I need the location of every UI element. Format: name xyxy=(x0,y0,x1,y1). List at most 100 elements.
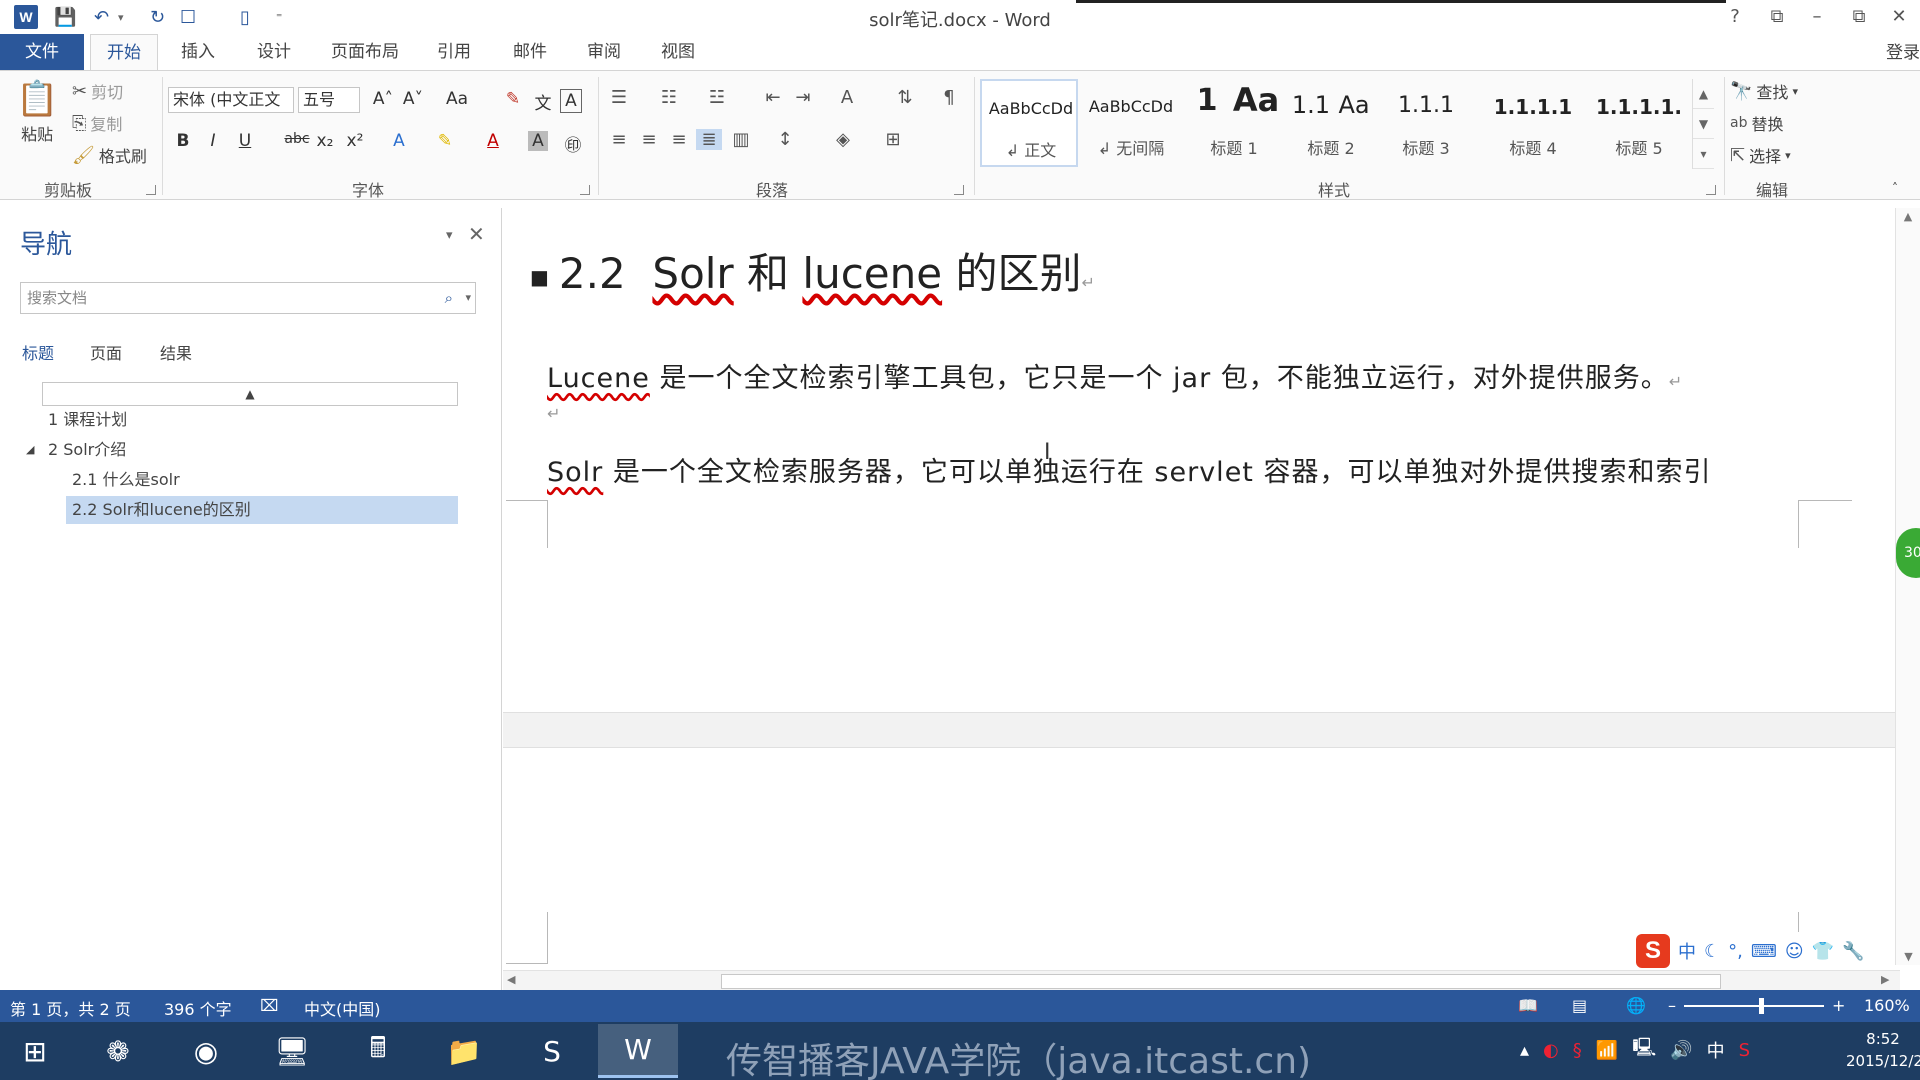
ribbon-display-options-icon[interactable]: ⧉ xyxy=(1760,2,1794,30)
paragraph-launcher-icon[interactable] xyxy=(954,185,964,195)
bullets-icon[interactable]: ☰ xyxy=(606,87,632,108)
copy-button[interactable]: ⎘ 复制 xyxy=(72,111,122,135)
collapse-ribbon-icon[interactable]: ˄ xyxy=(1892,181,1898,195)
show-marks-icon[interactable]: ¶ xyxy=(936,87,962,108)
wrench-icon[interactable]: 🔧 xyxy=(1842,941,1864,962)
clear-formatting-icon[interactable]: ✎ xyxy=(500,89,526,109)
sign-in-link[interactable]: 登录 xyxy=(1886,38,1920,63)
calculator-icon[interactable]: 🖩 xyxy=(338,1024,418,1078)
multilevel-list-icon[interactable]: ☳ xyxy=(704,87,730,108)
numbering-icon[interactable]: ☷ xyxy=(656,87,682,108)
paragraph-lucene[interactable]: Lucene 是一个全文检索引擎工具包，它只是一个 jar 包，不能独立运行，对… xyxy=(547,356,1683,395)
font-color-icon[interactable]: A xyxy=(480,131,506,151)
tab-home[interactable]: 开始 xyxy=(90,34,158,71)
sort-icon[interactable]: ⇅ xyxy=(892,87,918,108)
moon-icon[interactable]: ☾ xyxy=(1704,941,1720,962)
zoom-out-button[interactable]: – xyxy=(1668,996,1676,1015)
search-options-icon[interactable]: ▾ xyxy=(465,283,471,313)
scroll-down-icon[interactable]: ▼ xyxy=(1896,950,1920,963)
horizontal-scroll-thumb[interactable] xyxy=(721,974,1721,989)
color-app-icon[interactable]: ❁ xyxy=(78,1024,158,1078)
page-count[interactable]: 第 1 页，共 2 页 xyxy=(10,996,131,1020)
shading-icon[interactable]: ◈ xyxy=(830,129,856,150)
style-heading-2-label[interactable]: 标题 2 xyxy=(1286,79,1376,167)
tab-file[interactable]: 文件 xyxy=(0,34,84,70)
select-button[interactable]: ⇱ 选择 ▾ xyxy=(1730,143,1791,167)
zoom-in-button[interactable]: + xyxy=(1832,996,1845,1015)
style-normal[interactable]: AaBbCcDd ↲ 正文 xyxy=(980,79,1078,167)
nav-heading-item[interactable]: 2 Solr介绍 xyxy=(48,436,126,464)
clock[interactable]: 8:52 2015/12/28 xyxy=(1846,1028,1920,1072)
zoom-slider-thumb[interactable] xyxy=(1759,998,1764,1014)
align-center-icon[interactable]: ≡ xyxy=(636,129,662,150)
bold-button[interactable]: B xyxy=(170,131,196,151)
empty-paragraph[interactable]: ↵ xyxy=(547,404,561,423)
help-icon[interactable]: ? xyxy=(1718,2,1752,30)
scroll-left-icon[interactable]: ◀ xyxy=(507,973,515,986)
enclose-characters-icon[interactable]: ㊞ xyxy=(560,131,586,156)
style-heading-5[interactable]: 1.1.1.1. 标题 5 xyxy=(1586,79,1692,167)
phonetic-guide-icon[interactable]: 文 xyxy=(530,89,556,114)
change-case-button[interactable]: Aa xyxy=(440,89,474,109)
proofing-icon[interactable]: ⌧ xyxy=(260,996,278,1015)
font-size-select[interactable]: 五号 xyxy=(298,87,360,113)
read-mode-icon[interactable]: 📖 xyxy=(1518,996,1538,1015)
skin-icon[interactable]: 👕 xyxy=(1812,941,1834,962)
character-shading-icon[interactable]: A xyxy=(528,131,548,151)
language-indicator[interactable]: 中文(中国) xyxy=(304,996,381,1020)
superscript-button[interactable]: x² xyxy=(342,131,368,151)
file-explorer-icon[interactable]: 📁 xyxy=(424,1024,504,1078)
monitor-icon[interactable]: 🖳 xyxy=(1632,1035,1656,1065)
scroll-up-icon[interactable]: ▲ xyxy=(1896,210,1920,223)
ime-mode-label[interactable]: 中 xyxy=(1678,938,1696,964)
tab-mailings[interactable]: 邮件 xyxy=(500,34,560,70)
scroll-right-icon[interactable]: ▶ xyxy=(1881,973,1889,986)
tab-references[interactable]: 引用 xyxy=(424,34,484,70)
gallery-up-icon[interactable]: ▲ xyxy=(1693,79,1714,109)
keyboard-icon[interactable]: ⌨ xyxy=(1751,941,1777,962)
nav-search-input[interactable]: 搜索文档 ⌕ ▾ xyxy=(20,282,476,314)
user-icon[interactable]: ☺ xyxy=(1785,941,1804,962)
network-icon[interactable]: 📶 xyxy=(1596,1040,1618,1061)
nav-tab-results[interactable]: 结果 xyxy=(160,340,192,364)
tab-page-layout[interactable]: 页面布局 xyxy=(320,34,410,70)
format-painter-button[interactable]: 🖌 格式刷 xyxy=(72,143,147,167)
find-button[interactable]: 🔭 查找 ▾ xyxy=(1730,79,1798,103)
align-right-icon[interactable]: ≡ xyxy=(666,129,692,150)
paragraph-solr[interactable]: Solr 是一个全文检索服务器，它可以单独运行在 servlet 容器，可以单独… xyxy=(547,450,1711,489)
collapse-triangle-icon[interactable]: ◢ xyxy=(26,436,34,464)
highlight-color-icon[interactable]: ✎ xyxy=(432,131,458,151)
nav-heading-item[interactable]: 1 课程计划 xyxy=(48,406,127,434)
gallery-more-icon[interactable]: ▾ xyxy=(1693,139,1714,169)
word-taskbar-icon[interactable]: W xyxy=(598,1024,678,1078)
tab-review[interactable]: 审阅 xyxy=(574,34,634,70)
style-heading-3[interactable]: 1.1.1 标题 3 xyxy=(1376,79,1476,167)
font-launcher-icon[interactable] xyxy=(580,185,590,195)
increase-indent-icon[interactable]: ⇥ xyxy=(790,87,816,108)
sogou-app-icon[interactable]: S xyxy=(512,1024,592,1078)
subscript-button[interactable]: x₂ xyxy=(312,131,338,151)
tab-insert[interactable]: 插入 xyxy=(168,34,228,70)
chinese-layout-icon[interactable]: A xyxy=(834,87,860,108)
strikethrough-button[interactable]: abc xyxy=(280,131,314,147)
antivirus-icon[interactable]: ◐ xyxy=(1543,1040,1559,1061)
align-left-icon[interactable]: ≡ xyxy=(606,129,632,150)
style-heading-1-label[interactable]: 标题 1 xyxy=(1182,79,1286,167)
word-count[interactable]: 396 个字 xyxy=(164,996,232,1020)
close-button[interactable]: ✕ xyxy=(1882,2,1916,30)
zoom-slider[interactable] xyxy=(1684,1005,1824,1007)
nav-tab-headings[interactable]: 标题 xyxy=(22,340,54,364)
punctuation-icon[interactable]: °, xyxy=(1728,941,1743,962)
web-layout-icon[interactable]: 🌐 xyxy=(1626,996,1646,1015)
input-language-indicator[interactable]: 中 xyxy=(1707,1037,1725,1063)
styles-launcher-icon[interactable] xyxy=(1706,185,1716,195)
tab-design[interactable]: 设计 xyxy=(244,34,304,70)
style-no-spacing[interactable]: AaBbCcDd ↲ 无间隔 xyxy=(1082,79,1180,167)
text-effects-icon[interactable]: A xyxy=(386,131,412,151)
sogou-tray-icon[interactable]: § xyxy=(1573,1040,1582,1061)
underline-button[interactable]: U xyxy=(232,131,258,151)
nav-heading-item-selected[interactable]: 2.2 Solr和lucene的区别 xyxy=(66,496,458,524)
font-family-select[interactable]: 宋体 (中文正文 xyxy=(168,87,294,113)
sogou-s-icon[interactable]: S xyxy=(1739,1040,1750,1061)
show-hidden-icons[interactable]: ▴ xyxy=(1520,1040,1529,1061)
